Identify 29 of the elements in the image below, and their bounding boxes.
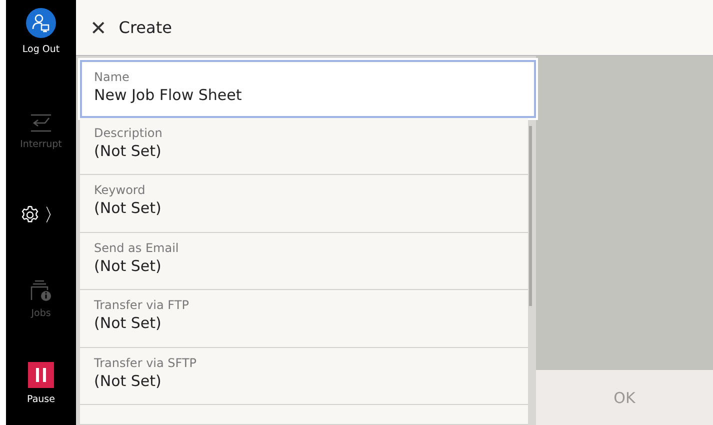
field-value: (Not Set) bbox=[94, 256, 162, 274]
field-value: (Not Set) bbox=[94, 314, 162, 332]
tray-info-icon bbox=[30, 280, 52, 302]
scrollbar[interactable] bbox=[529, 126, 532, 306]
pause-icon bbox=[28, 362, 54, 388]
field-value: New Job Flow Sheet bbox=[94, 86, 243, 104]
field-row[interactable]: Description (Not Set) bbox=[80, 118, 528, 175]
field-row[interactable]: Transfer via SFTP (Not Set) bbox=[80, 348, 528, 405]
field-label: Description bbox=[94, 126, 164, 140]
field-value: (Not Set) bbox=[94, 199, 162, 217]
field-label: Transfer via FTP bbox=[94, 298, 190, 312]
field-label: Keyword bbox=[94, 183, 146, 197]
user-monitor-icon bbox=[26, 8, 56, 38]
interrupt-icon bbox=[30, 113, 52, 134]
field-value: (Not Set) bbox=[94, 372, 162, 390]
field-label: Send as Email bbox=[94, 240, 180, 254]
field-label: Transfer via SFTP bbox=[94, 356, 198, 370]
partial-field-row[interactable] bbox=[80, 405, 528, 425]
field-row[interactable]: Name New Job Flow Sheet bbox=[80, 60, 536, 118]
field-label: Name bbox=[94, 70, 130, 84]
field-value: (Not Set) bbox=[94, 142, 162, 160]
close-button[interactable]: ✕ bbox=[90, 16, 107, 40]
screen-title: Create bbox=[118, 18, 172, 37]
settings-button[interactable]: 〉 bbox=[18, 201, 64, 230]
field-row[interactable]: Transfer via FTP (Not Set) bbox=[80, 290, 528, 348]
field-row[interactable]: Send as Email (Not Set) bbox=[80, 232, 528, 290]
log-out-button[interactable]: Log Out bbox=[20, 6, 62, 57]
field-row[interactable]: Keyword (Not Set) bbox=[80, 175, 528, 232]
pause-button[interactable]: Pause bbox=[25, 360, 57, 407]
